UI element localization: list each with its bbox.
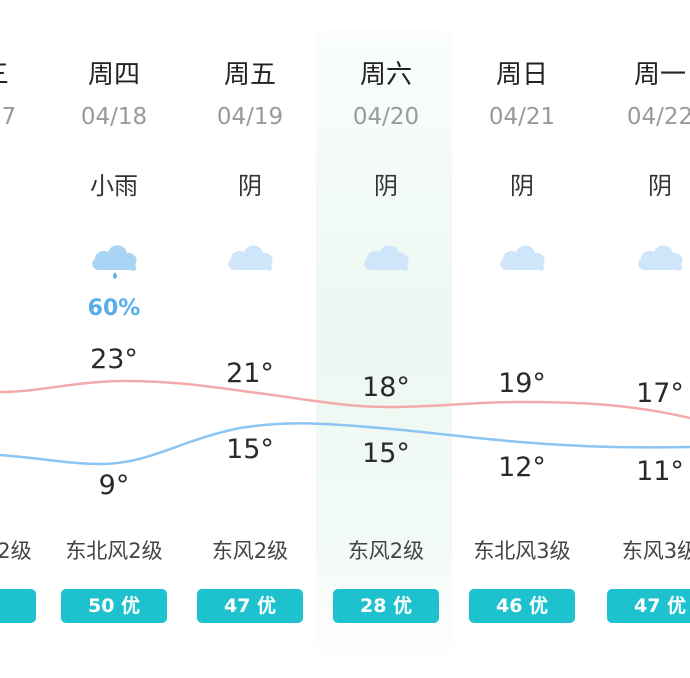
low-temp: 15° [226,434,274,465]
high-temp: 19° [498,368,546,399]
high-temp: 18° [362,372,410,403]
wind-label: 东北风3级 [473,539,571,563]
weekday-label: 周日 [495,60,548,90]
low-temp: 12° [498,452,546,483]
wind-label: 东北风2级 [65,539,163,563]
aqi-badge: 28 优 [333,589,439,623]
aqi-badge [0,589,36,623]
condition-label: 小雨 [90,172,138,200]
high-temp: 21° [226,358,274,389]
condition-label: 阴 [510,172,534,200]
date-label: 04/22 [626,104,690,130]
low-temp: 9° [98,470,130,501]
weekday-label: 周五 [223,60,276,90]
wind-label: 东风3级 [621,539,690,563]
day-column[interactable]: 周六 04/20 阴 18° 15° 东风2级 28 优 [317,0,455,678]
wind-label: 东风2级 [347,539,425,563]
aqi-badge: 50 优 [61,589,167,623]
cloud-icon [497,234,549,278]
weekday-label: 周六 [359,60,412,90]
aqi-badge: 47 优 [197,589,303,623]
date-label: 04/20 [352,104,420,130]
condition-label: 阴 [238,172,262,200]
weekday-label: 周四 [87,60,140,90]
day-column[interactable]: 周五 04/19 阴 21° 15° 东风2级 47 优 [181,0,319,678]
date-label: 04/19 [216,104,284,130]
wind-label: 东风2级 [211,539,289,563]
day-column[interactable]: 周日 04/21 阴 19° 12° 东北风3级 46 优 [453,0,591,678]
date-label: 04/18 [80,104,148,130]
aqi-badge: 47 优 [607,589,690,623]
aqi-badge: 46 优 [469,589,575,623]
low-temp: 11° [636,456,684,487]
rain-probability: 60% [87,296,141,321]
high-temp: 23° [90,344,138,375]
date-label: 04/21 [488,104,556,130]
weekday-label: 周一 [633,60,686,90]
condition-label: 阴 [374,172,398,200]
day-column[interactable]: 周一 04/22 阴 17° 11° 东风3级 47 优 [591,0,690,678]
cloud-icon [635,234,687,278]
high-temp: 17° [636,378,684,409]
rain-cloud-icon [89,234,141,279]
cloud-icon [361,234,413,278]
day-column[interactable]: 周四 04/18 小雨 60% 23° 9° 东北风2级 50 优 [45,0,183,678]
weather-forecast-panel: 周三04/17东北风2级周四04/18小雨60%23°9°东北风2级50 优周五… [0,0,690,678]
condition-label: 阴 [648,172,672,200]
low-temp: 15° [362,438,410,469]
cloud-icon [225,234,277,278]
